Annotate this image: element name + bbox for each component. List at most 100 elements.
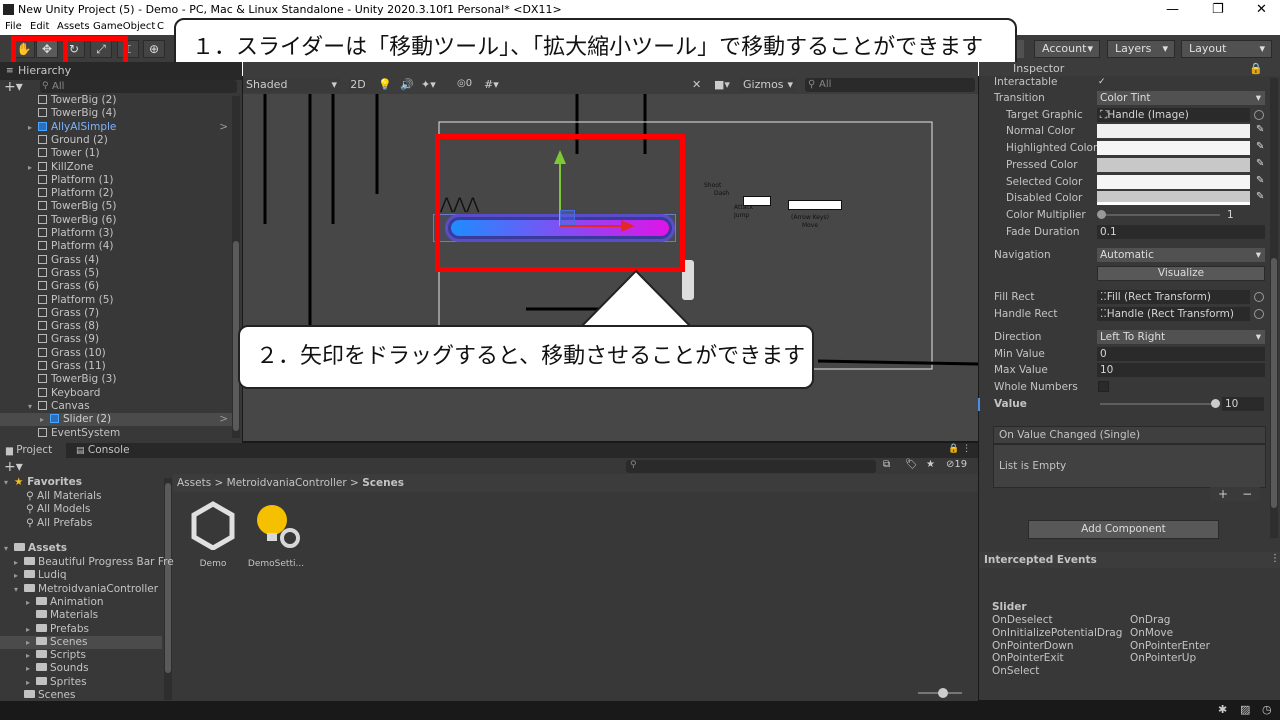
menu-gameobject[interactable]: GameObject (93, 21, 155, 32)
expand-arrow-icon[interactable]: ▸ (26, 676, 36, 689)
breadcrumb-item[interactable]: Assets (177, 477, 211, 489)
tools-icon[interactable]: ✕ (692, 78, 701, 91)
selected-color-swatch[interactable] (1097, 175, 1250, 189)
add-event-icon[interactable]: + (1218, 487, 1228, 501)
minimize-icon[interactable]: — (1166, 2, 1179, 17)
lighting-progress-icon[interactable]: ▨ (1240, 703, 1250, 716)
favorites-item[interactable]: ⚲ All Materials (26, 490, 102, 503)
project-folder-item[interactable]: ▸ Scripts (0, 649, 162, 662)
hierarchy-add-icon[interactable]: +▾ (4, 79, 23, 95)
favorites-item[interactable]: ⚲ All Prefabs (26, 517, 92, 530)
mode-2d-toggle[interactable]: 2D (349, 78, 367, 92)
menu-component[interactable]: C (157, 21, 164, 32)
normal-color-swatch[interactable] (1097, 124, 1250, 138)
breadcrumb-item[interactable]: Scenes (362, 477, 404, 489)
lock-icon[interactable]: 🔒 ⋮ (948, 444, 971, 454)
project-folder-item[interactable]: ▸ Ludiq (0, 569, 162, 582)
asset-demo-settings[interactable]: DemoSetti... (246, 500, 306, 572)
hierarchy-item[interactable]: Grass (4) (0, 254, 232, 267)
visualize-button[interactable]: Visualize (1097, 266, 1265, 281)
layers-dropdown[interactable]: Layers (1107, 40, 1175, 58)
expand-arrow-icon[interactable]: ▸ (26, 662, 36, 675)
color-multiplier-thumb[interactable] (1097, 210, 1106, 219)
eyedropper-icon[interactable]: ✎ (1256, 175, 1264, 186)
filter-by-label-icon[interactable]: 🏷 (905, 459, 918, 470)
add-component-button[interactable]: Add Component (1028, 520, 1219, 539)
hierarchy-item[interactable]: EventSystem (0, 427, 232, 440)
debug-icon[interactable]: ✱ (1218, 703, 1227, 716)
hierarchy-item[interactable]: Ground (2) (0, 134, 232, 147)
expand-arrow-icon[interactable]: ▸ (28, 121, 38, 134)
hierarchy-item[interactable]: Grass (7) (0, 307, 232, 320)
hierarchy-item[interactable]: Platform (2) (0, 187, 232, 200)
hierarchy-item[interactable]: Platform (5) (0, 294, 232, 307)
filter-by-type-icon[interactable]: ⧉ (883, 459, 890, 470)
whole-numbers-checkbox[interactable] (1098, 381, 1109, 392)
project-search-input[interactable]: ⚲ (626, 460, 876, 473)
min-value-field[interactable]: 0 (1097, 347, 1265, 361)
project-folder-item[interactable]: ▸ Sprites (0, 676, 162, 689)
favorites-item[interactable]: ⚲ All Models (26, 503, 90, 516)
hierarchy-item[interactable]: TowerBig (6) (0, 214, 232, 227)
value-field[interactable]: 10 (1222, 397, 1264, 411)
audio-toggle-icon[interactable]: 🔊 (400, 78, 414, 91)
favorites-node[interactable]: ▾ ★ Favorites (4, 476, 82, 489)
project-add-icon[interactable]: +▾ (4, 459, 23, 475)
eyedropper-icon[interactable]: ✎ (1256, 158, 1264, 169)
hierarchy-item[interactable]: Tower (1) (0, 147, 232, 160)
max-value-field[interactable]: 10 (1097, 363, 1265, 377)
object-picker-icon[interactable] (1254, 110, 1264, 120)
project-folder-item[interactable]: ▸ Prefabs (0, 623, 162, 636)
color-multiplier-field[interactable]: 1 (1224, 208, 1264, 222)
object-picker-icon[interactable] (1254, 309, 1264, 319)
fade-duration-field[interactable]: 0.1 (1097, 225, 1265, 239)
hierarchy-item[interactable]: Platform (1) (0, 174, 232, 187)
object-picker-icon[interactable] (1254, 292, 1264, 302)
transition-dropdown[interactable]: Color Tint (1097, 91, 1265, 105)
project-folder-item[interactable]: ▸ Animation (0, 596, 162, 609)
transform-tool-icon[interactable]: ⊕ (143, 40, 165, 58)
hierarchy-scrollbar[interactable] (232, 96, 240, 438)
menu-edit[interactable]: Edit (30, 21, 49, 32)
tab-console[interactable]: ▤ Console (74, 443, 140, 458)
project-tree-scrollbar[interactable] (164, 478, 172, 700)
open-prefab-icon[interactable]: > (219, 121, 228, 134)
lighting-toggle-icon[interactable]: 💡 (378, 78, 392, 91)
hierarchy-item[interactable]: Platform (3) (0, 227, 232, 240)
target-graphic-field[interactable]: ⛶Handle (Image) (1097, 108, 1250, 122)
remove-event-icon[interactable]: − (1242, 487, 1252, 501)
assets-node[interactable]: ▾ Assets (4, 542, 67, 555)
layout-dropdown[interactable]: Layout (1181, 40, 1272, 58)
icon-size-thumb[interactable] (938, 688, 948, 698)
hierarchy-item[interactable]: ▸ AllyAISimple > (0, 121, 232, 134)
hierarchy-item[interactable]: Grass (9) (0, 333, 232, 346)
hierarchy-item[interactable]: Grass (10) (0, 347, 232, 360)
hidden-packages-icon[interactable]: ⊘19 (946, 459, 967, 470)
value-slider[interactable] (1100, 403, 1216, 405)
hierarchy-item[interactable]: TowerBig (3) (0, 373, 232, 386)
expand-arrow-icon[interactable]: ▾ (14, 583, 24, 596)
project-folder-item[interactable]: ▸ Scenes (0, 635, 162, 649)
scene-search-input[interactable]: ⚲ All (805, 78, 975, 92)
menu-file[interactable]: File (5, 21, 22, 32)
project-folder-item[interactable]: Scenes (0, 689, 162, 702)
eyedropper-icon[interactable]: ✎ (1256, 124, 1264, 135)
hierarchy-item[interactable]: Grass (11) (0, 360, 232, 373)
highlighted-color-swatch[interactable] (1097, 141, 1250, 155)
more-options-icon[interactable]: ⋮ (1270, 553, 1280, 564)
asset-demo-scene[interactable]: Demo (183, 500, 243, 572)
effects-dropdown-icon[interactable]: ✦▾ (421, 78, 436, 91)
breadcrumb-item[interactable]: MetroidvaniaController (227, 477, 347, 489)
close-icon[interactable]: ✕ (1256, 2, 1267, 17)
project-folder-item[interactable]: Materials (0, 609, 162, 622)
shading-mode-dropdown[interactable]: Shaded ▾ (243, 78, 340, 92)
direction-dropdown[interactable]: Left To Right (1097, 330, 1265, 344)
status-check-icon[interactable]: ◷ (1262, 703, 1272, 716)
maximize-icon[interactable]: ❐ (1212, 2, 1224, 17)
color-multiplier-slider[interactable] (1100, 214, 1220, 216)
hierarchy-item[interactable]: TowerBig (5) (0, 200, 232, 213)
fill-rect-field[interactable]: ⁚⁚Fill (Rect Transform) (1097, 290, 1250, 304)
expand-arrow-icon[interactable]: ▸ (28, 161, 38, 174)
menu-assets[interactable]: Assets (57, 21, 90, 32)
open-prefab-icon[interactable]: > (219, 413, 228, 426)
